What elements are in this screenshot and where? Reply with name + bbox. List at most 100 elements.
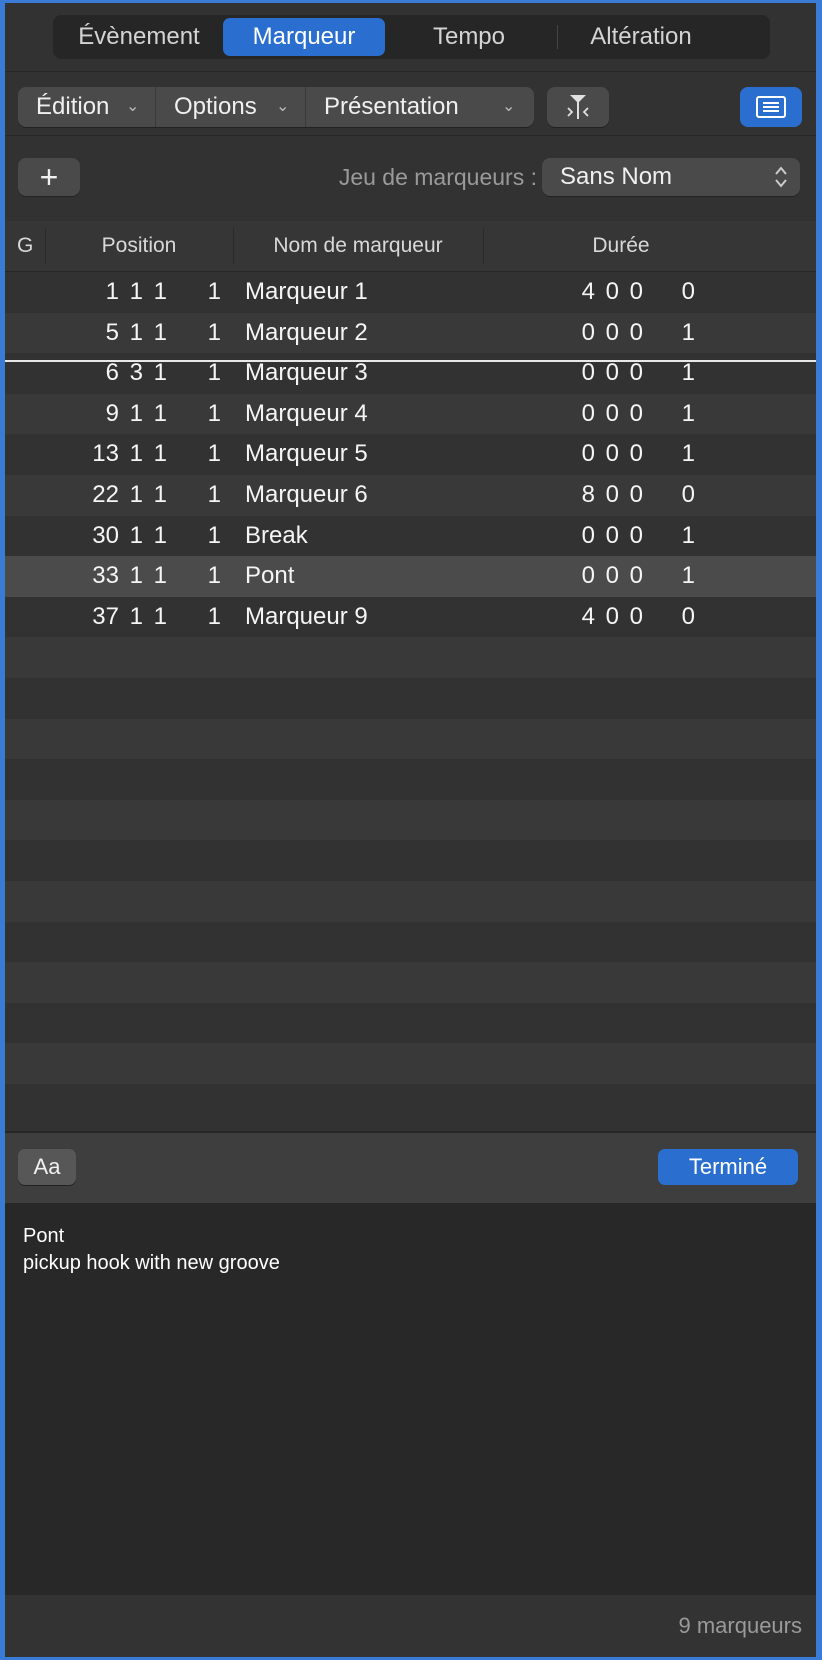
length-value[interactable]: 0 <box>575 313 595 354</box>
length-value[interactable]: 0 <box>575 556 595 597</box>
table-row[interactable]: 22 1 1 1 Marqueur 68000 <box>5 475 816 516</box>
position-value[interactable]: 1 <box>201 434 221 475</box>
length-value[interactable]: 0 <box>599 597 619 638</box>
done-button[interactable]: Terminé <box>658 1149 798 1185</box>
table-row[interactable]: 13 1 1 1 Marqueur 50001 <box>5 434 816 475</box>
length-value[interactable]: 0 <box>623 516 643 557</box>
column-header-position[interactable]: Position <box>45 221 233 271</box>
table-row[interactable]: 9 1 1 1 Marqueur 40001 <box>5 393 816 435</box>
position-value[interactable]: 5 <box>89 313 119 354</box>
length-value[interactable]: 0 <box>599 556 619 597</box>
tab-marker[interactable]: Marqueur <box>223 18 385 56</box>
length-value[interactable]: 0 <box>675 272 695 313</box>
status-footer: 9 marqueurs <box>5 1595 816 1657</box>
position-value[interactable]: 1 <box>125 272 143 313</box>
position-value[interactable]: 1 <box>201 597 221 638</box>
position-value[interactable]: 1 <box>125 394 143 435</box>
length-value[interactable]: 0 <box>599 313 619 354</box>
length-value[interactable]: 1 <box>675 313 695 354</box>
length-value[interactable]: 0 <box>575 516 595 557</box>
length-value[interactable]: 1 <box>675 394 695 435</box>
position-value[interactable]: 1 <box>149 556 167 597</box>
position-value[interactable]: 13 <box>89 434 119 475</box>
list-view-button[interactable] <box>740 87 802 127</box>
table-row[interactable]: 30 1 1 1 Break 0 0 0 1 <box>5 515 816 557</box>
edit-menu-button[interactable]: Édition ⌄ <box>18 87 156 127</box>
position-value[interactable]: 1 <box>125 516 143 557</box>
length-value[interactable]: 0 <box>623 556 643 597</box>
marker-name[interactable]: Marqueur 1 <box>245 272 545 313</box>
marker-name[interactable]: Marqueur 2 <box>245 313 545 354</box>
length-value[interactable]: 1 <box>675 516 695 557</box>
position-value[interactable]: 1 <box>149 434 167 475</box>
font-button[interactable]: Aa <box>18 1149 76 1185</box>
table-row[interactable]: 5 1 1 1 Marqueur 20001 <box>5 312 816 354</box>
position-value[interactable]: 1 <box>125 556 143 597</box>
column-header-length[interactable]: Durée <box>483 221 759 271</box>
length-value[interactable]: 0 <box>623 475 643 516</box>
position-value[interactable]: 22 <box>89 475 119 516</box>
length-value[interactable]: 1 <box>675 556 695 597</box>
view-menu-button[interactable]: Présentation ⌄ <box>306 87 534 127</box>
length-value[interactable]: 4 <box>575 272 595 313</box>
length-value[interactable]: 0 <box>599 516 619 557</box>
column-header-g[interactable]: G <box>17 221 33 271</box>
position-value[interactable]: 1 <box>149 313 167 354</box>
marker-name[interactable]: Break <box>245 516 545 557</box>
marker-name[interactable]: Marqueur 9 <box>245 597 545 638</box>
position-value[interactable]: 33 <box>89 556 119 597</box>
length-value[interactable]: 0 <box>675 475 695 516</box>
position-value[interactable]: 1 <box>201 475 221 516</box>
length-value[interactable]: 0 <box>599 475 619 516</box>
position-value[interactable]: 1 <box>149 516 167 557</box>
tab-signature[interactable]: Altération <box>559 18 723 56</box>
position-value[interactable]: 1 <box>89 272 119 313</box>
position-value[interactable]: 1 <box>149 597 167 638</box>
position-value[interactable]: 1 <box>149 475 167 516</box>
position-value[interactable]: 1 <box>125 434 143 475</box>
length-value[interactable]: 0 <box>623 434 643 475</box>
marker-name[interactable]: Marqueur 5 <box>245 434 545 475</box>
position-value[interactable]: 1 <box>125 597 143 638</box>
length-value[interactable]: 0 <box>623 313 643 354</box>
marker-name[interactable]: Marqueur 4 <box>245 394 545 435</box>
length-value[interactable]: 0 <box>623 272 643 313</box>
marker-text-area[interactable]: Pont pickup hook with new groove <box>5 1203 816 1595</box>
position-value[interactable]: 30 <box>89 516 119 557</box>
marker-name[interactable]: Marqueur 6 <box>245 475 545 516</box>
length-value[interactable]: 4 <box>575 597 595 638</box>
position-value[interactable]: 1 <box>201 394 221 435</box>
position-value[interactable]: 9 <box>89 394 119 435</box>
position-value[interactable]: 1 <box>201 516 221 557</box>
table-row[interactable]: 33 1 1 1 Pont 0 0 0 1 <box>5 556 816 597</box>
position-value[interactable]: 1 <box>201 272 221 313</box>
length-value[interactable]: 0 <box>599 434 619 475</box>
position-value[interactable]: 1 <box>149 272 167 313</box>
column-header-name[interactable]: Nom de marqueur <box>233 221 483 271</box>
length-value[interactable]: 0 <box>575 394 595 435</box>
position-value[interactable]: 37 <box>89 597 119 638</box>
position-value[interactable]: 1 <box>201 313 221 354</box>
table-row[interactable]: 1 1 1 1 Marqueur 14000 <box>5 272 816 313</box>
length-value[interactable]: 0 <box>623 597 643 638</box>
position-value[interactable]: 1 <box>125 475 143 516</box>
length-value[interactable]: 0 <box>675 597 695 638</box>
position-value[interactable]: 1 <box>149 394 167 435</box>
length-value[interactable]: 0 <box>599 394 619 435</box>
updown-chevron-icon <box>775 166 787 188</box>
length-value[interactable]: 1 <box>675 434 695 475</box>
length-value[interactable]: 0 <box>575 434 595 475</box>
table-row[interactable]: 37 1 1 1 Marqueur 94000 <box>5 596 816 638</box>
length-value[interactable]: 0 <box>623 394 643 435</box>
position-value[interactable]: 1 <box>201 556 221 597</box>
tab-event[interactable]: Évènement <box>57 18 221 56</box>
marker-set-select[interactable]: Sans Nom <box>542 158 800 196</box>
tab-tempo[interactable]: Tempo <box>387 18 551 56</box>
length-value[interactable]: 8 <box>575 475 595 516</box>
length-value[interactable]: 0 <box>599 272 619 313</box>
catch-playhead-button[interactable] <box>547 87 609 127</box>
marker-name[interactable]: Pont <box>245 556 545 597</box>
position-value[interactable]: 1 <box>125 313 143 354</box>
add-marker-button[interactable]: + <box>18 158 80 196</box>
options-menu-button[interactable]: Options ⌄ <box>156 87 306 127</box>
